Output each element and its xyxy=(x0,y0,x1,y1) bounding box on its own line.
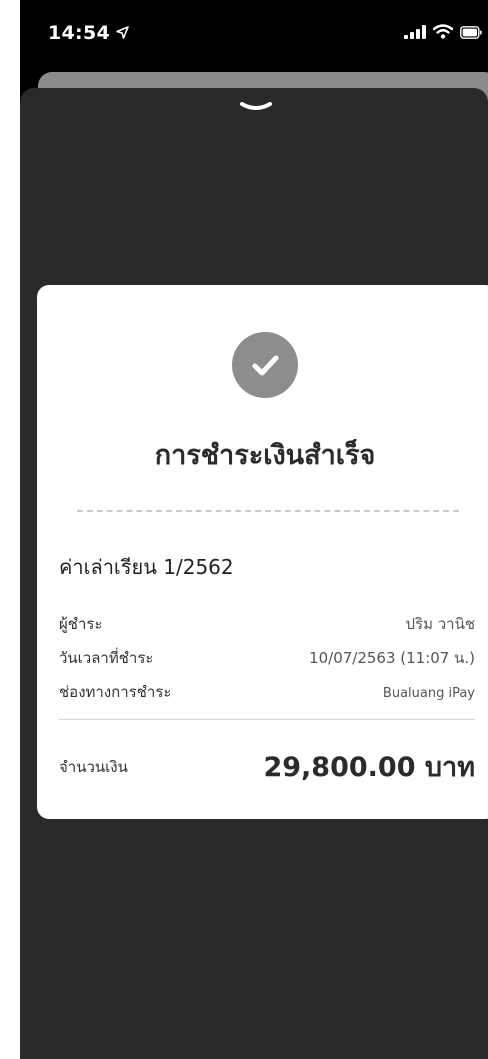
payment-channel-label: ช่องทางการชำระ xyxy=(59,683,172,701)
location-arrow-icon xyxy=(116,22,129,44)
payment-item-title: ค่าเล่าเรียน 1/2562 xyxy=(59,555,234,579)
modal-sheet: การชำระเงินสำเร็จ ค่าเล่าเรียน 1/2562 ผู… xyxy=(20,88,488,1059)
amount-value: 29,800.00 บาท xyxy=(263,752,475,783)
payer-label: ผู้ชำระ xyxy=(59,615,103,633)
payment-channel-row: ช่องทางการชำระ Bualuang iPay xyxy=(59,680,475,704)
battery-icon xyxy=(460,24,482,43)
cellular-signal-icon xyxy=(404,24,426,43)
chevron-down-icon[interactable] xyxy=(236,98,276,118)
phone-screen: 14:54 การชำระเงินสำเร็จ ค่าเล่าเรียน 1/2… xyxy=(20,0,488,1059)
status-icons xyxy=(404,24,482,43)
amount-row: จำนวนเงิน 29,800.00 บาท xyxy=(59,745,475,788)
success-check-badge xyxy=(232,332,298,398)
divider xyxy=(59,719,475,720)
check-icon xyxy=(252,355,279,376)
payer-value: ปริม วานิช xyxy=(405,615,475,633)
payer-row: ผู้ชำระ ปริม วานิช xyxy=(59,612,475,636)
status-time-label: 14:54 xyxy=(48,22,110,44)
receipt-card: การชำระเงินสำเร็จ ค่าเล่าเรียน 1/2562 ผู… xyxy=(37,285,488,819)
success-title: การชำระเงินสำเร็จ xyxy=(154,440,376,471)
status-time: 14:54 xyxy=(48,22,129,44)
payment-datetime-row: วันเวลาที่ชำระ 10/07/2563 (11:07 น.) xyxy=(59,646,475,670)
payment-datetime-value: 10/07/2563 (11:07 น.) xyxy=(309,649,475,667)
wifi-icon xyxy=(432,24,454,43)
payment-channel-value: Bualuang iPay xyxy=(382,686,475,701)
dashed-divider xyxy=(77,510,459,512)
status-bar: 14:54 xyxy=(20,0,488,64)
amount-label: จำนวนเงิน xyxy=(59,757,128,776)
payment-datetime-label: วันเวลาที่ชำระ xyxy=(59,649,154,667)
